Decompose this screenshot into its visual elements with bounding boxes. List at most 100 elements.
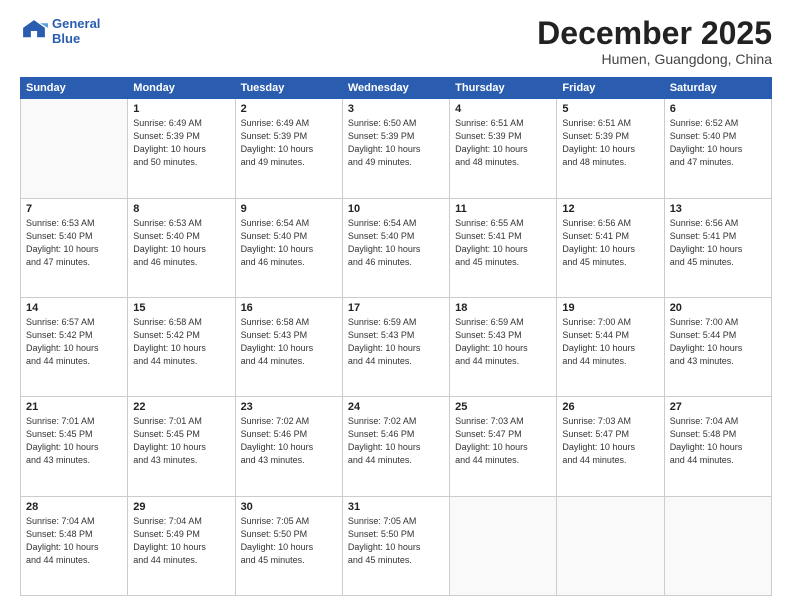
day-detail: Sunrise: 6:52 AM Sunset: 5:40 PM Dayligh… [670, 117, 766, 169]
table-row: 8Sunrise: 6:53 AM Sunset: 5:40 PM Daylig… [128, 198, 235, 297]
day-number: 26 [562, 401, 658, 413]
table-row: 19 Sunrise: 7:00 AM Sunset: 5:44 PM Dayli… [557, 297, 664, 396]
table-row: 1 Sunrise: 6:49 AM Sunset: 5:39 PM Daylig… [128, 99, 235, 198]
page: General Blue December 2025 Humen, Guangd… [0, 0, 792, 612]
day-number: 14 [26, 302, 122, 314]
table-row: 17Sunrise: 6:59 AM Sunset: 5:43 PM Dayli… [342, 297, 449, 396]
table-row: 25Sunrise: 7:03 AM Sunset: 5:47 PM Dayli… [450, 397, 557, 496]
day-detail: Sunrise: 7:04 AM Sunset: 5:49 PM Dayligh… [133, 515, 229, 567]
table-row [450, 496, 557, 595]
month-title: December 2025 [537, 16, 772, 51]
day-number: 9 [241, 203, 337, 215]
day-number: 6 [670, 103, 766, 115]
day-detail: Sunrise: 7:03 AM Sunset: 5:47 PM Dayligh… [455, 415, 551, 467]
col-sunday: Sunday [21, 78, 128, 99]
day-number: 31 [348, 501, 444, 513]
day-number: 7 [26, 203, 122, 215]
day-detail: Sunrise: 7:05 AM Sunset: 5:50 PM Dayligh… [348, 515, 444, 567]
col-saturday: Saturday [664, 78, 771, 99]
table-row: 10 Sunrise: 6:54 AM Sunset: 5:40 PM Dayli… [342, 198, 449, 297]
subtitle: Humen, Guangdong, China [537, 51, 772, 67]
day-number: 15 [133, 302, 229, 314]
table-row: 22 Sunrise: 7:01 AM Sunset: 5:45 PM Dayli… [128, 397, 235, 496]
table-row: 24Sunrise: 7:02 AM Sunset: 5:46 PM Dayli… [342, 397, 449, 496]
table-row: 11Sunrise: 6:55 AM Sunset: 5:41 PM Dayli… [450, 198, 557, 297]
day-detail: Sunrise: 7:04 AM Sunset: 5:48 PM Dayligh… [670, 415, 766, 467]
calendar-week-3: 21 Sunrise: 7:01 AM Sunset: 5:45 PM Dayli… [21, 397, 772, 496]
day-number: 10 [348, 203, 444, 215]
table-row: 15Sunrise: 6:58 AM Sunset: 5:42 PM Dayli… [128, 297, 235, 396]
col-tuesday: Tuesday [235, 78, 342, 99]
day-number: 16 [241, 302, 337, 314]
table-row: 29 Sunrise: 7:04 AM Sunset: 5:49 PM Dayli… [128, 496, 235, 595]
day-detail: Sunrise: 6:54 AM Sunset: 5:40 PM Dayligh… [241, 217, 337, 269]
table-row: 3Sunrise: 6:50 AM Sunset: 5:39 PM Daylig… [342, 99, 449, 198]
table-row: 31 Sunrise: 7:05 AM Sunset: 5:50 PM Dayli… [342, 496, 449, 595]
day-number: 28 [26, 501, 122, 513]
day-detail: Sunrise: 6:56 AM Sunset: 5:41 PM Dayligh… [562, 217, 658, 269]
table-row: 30Sunrise: 7:05 AM Sunset: 5:50 PM Dayli… [235, 496, 342, 595]
day-number: 1 [133, 103, 229, 115]
table-row: 20 Sunrise: 7:00 AM Sunset: 5:44 PM Dayli… [664, 297, 771, 396]
calendar-week-4: 28 Sunrise: 7:04 AM Sunset: 5:48 PM Dayli… [21, 496, 772, 595]
day-number: 20 [670, 302, 766, 314]
col-friday: Friday [557, 78, 664, 99]
table-row: 12Sunrise: 6:56 AM Sunset: 5:41 PM Dayli… [557, 198, 664, 297]
table-row: 5 Sunrise: 6:51 AM Sunset: 5:39 PM Daylig… [557, 99, 664, 198]
header-row: Sunday Monday Tuesday Wednesday Thursday… [21, 78, 772, 99]
calendar-week-1: 7 Sunrise: 6:53 AM Sunset: 5:40 PM Daylig… [21, 198, 772, 297]
day-number: 17 [348, 302, 444, 314]
header: General Blue December 2025 Humen, Guangd… [20, 16, 772, 67]
col-thursday: Thursday [450, 78, 557, 99]
day-detail: Sunrise: 6:49 AM Sunset: 5:39 PM Dayligh… [133, 117, 229, 169]
calendar-week-2: 14 Sunrise: 6:57 AM Sunset: 5:42 PM Dayli… [21, 297, 772, 396]
table-row: 16Sunrise: 6:58 AM Sunset: 5:43 PM Dayli… [235, 297, 342, 396]
logo-icon [20, 17, 48, 45]
table-row: 23Sunrise: 7:02 AM Sunset: 5:46 PM Dayli… [235, 397, 342, 496]
day-number: 21 [26, 401, 122, 413]
day-detail: Sunrise: 6:57 AM Sunset: 5:42 PM Dayligh… [26, 316, 122, 368]
table-row: 18Sunrise: 6:59 AM Sunset: 5:43 PM Dayli… [450, 297, 557, 396]
table-row: 9 Sunrise: 6:54 AM Sunset: 5:40 PM Daylig… [235, 198, 342, 297]
day-detail: Sunrise: 6:55 AM Sunset: 5:41 PM Dayligh… [455, 217, 551, 269]
calendar: Sunday Monday Tuesday Wednesday Thursday… [20, 77, 772, 596]
day-number: 23 [241, 401, 337, 413]
table-row: 28 Sunrise: 7:04 AM Sunset: 5:48 PM Dayli… [21, 496, 128, 595]
day-detail: Sunrise: 7:04 AM Sunset: 5:48 PM Dayligh… [26, 515, 122, 567]
day-detail: Sunrise: 6:59 AM Sunset: 5:43 PM Dayligh… [455, 316, 551, 368]
day-detail: Sunrise: 7:00 AM Sunset: 5:44 PM Dayligh… [670, 316, 766, 368]
table-row: 14 Sunrise: 6:57 AM Sunset: 5:42 PM Dayli… [21, 297, 128, 396]
day-detail: Sunrise: 7:03 AM Sunset: 5:47 PM Dayligh… [562, 415, 658, 467]
day-detail: Sunrise: 6:49 AM Sunset: 5:39 PM Dayligh… [241, 117, 337, 169]
day-detail: Sunrise: 6:53 AM Sunset: 5:40 PM Dayligh… [26, 217, 122, 269]
day-detail: Sunrise: 7:01 AM Sunset: 5:45 PM Dayligh… [26, 415, 122, 467]
table-row [664, 496, 771, 595]
table-row: 2 Sunrise: 6:49 AM Sunset: 5:39 PM Daylig… [235, 99, 342, 198]
table-row: 7 Sunrise: 6:53 AM Sunset: 5:40 PM Daylig… [21, 198, 128, 297]
day-number: 4 [455, 103, 551, 115]
table-row: 13Sunrise: 6:56 AM Sunset: 5:41 PM Dayli… [664, 198, 771, 297]
table-row: 26 Sunrise: 7:03 AM Sunset: 5:47 PM Dayli… [557, 397, 664, 496]
day-number: 3 [348, 103, 444, 115]
day-number: 5 [562, 103, 658, 115]
table-row [21, 99, 128, 198]
table-row: 21 Sunrise: 7:01 AM Sunset: 5:45 PM Dayli… [21, 397, 128, 496]
day-detail: Sunrise: 6:56 AM Sunset: 5:41 PM Dayligh… [670, 217, 766, 269]
col-monday: Monday [128, 78, 235, 99]
calendar-week-0: 1 Sunrise: 6:49 AM Sunset: 5:39 PM Daylig… [21, 99, 772, 198]
table-row: 6 Sunrise: 6:52 AM Sunset: 5:40 PM Daylig… [664, 99, 771, 198]
day-number: 24 [348, 401, 444, 413]
day-detail: Sunrise: 6:54 AM Sunset: 5:40 PM Dayligh… [348, 217, 444, 269]
day-number: 22 [133, 401, 229, 413]
day-detail: Sunrise: 6:51 AM Sunset: 5:39 PM Dayligh… [562, 117, 658, 169]
day-number: 27 [670, 401, 766, 413]
logo: General Blue [20, 16, 100, 46]
day-number: 19 [562, 302, 658, 314]
day-detail: Sunrise: 7:01 AM Sunset: 5:45 PM Dayligh… [133, 415, 229, 467]
day-detail: Sunrise: 6:51 AM Sunset: 5:39 PM Dayligh… [455, 117, 551, 169]
col-wednesday: Wednesday [342, 78, 449, 99]
day-detail: Sunrise: 6:53 AM Sunset: 5:40 PM Dayligh… [133, 217, 229, 269]
day-detail: Sunrise: 7:00 AM Sunset: 5:44 PM Dayligh… [562, 316, 658, 368]
day-number: 2 [241, 103, 337, 115]
day-number: 29 [133, 501, 229, 513]
